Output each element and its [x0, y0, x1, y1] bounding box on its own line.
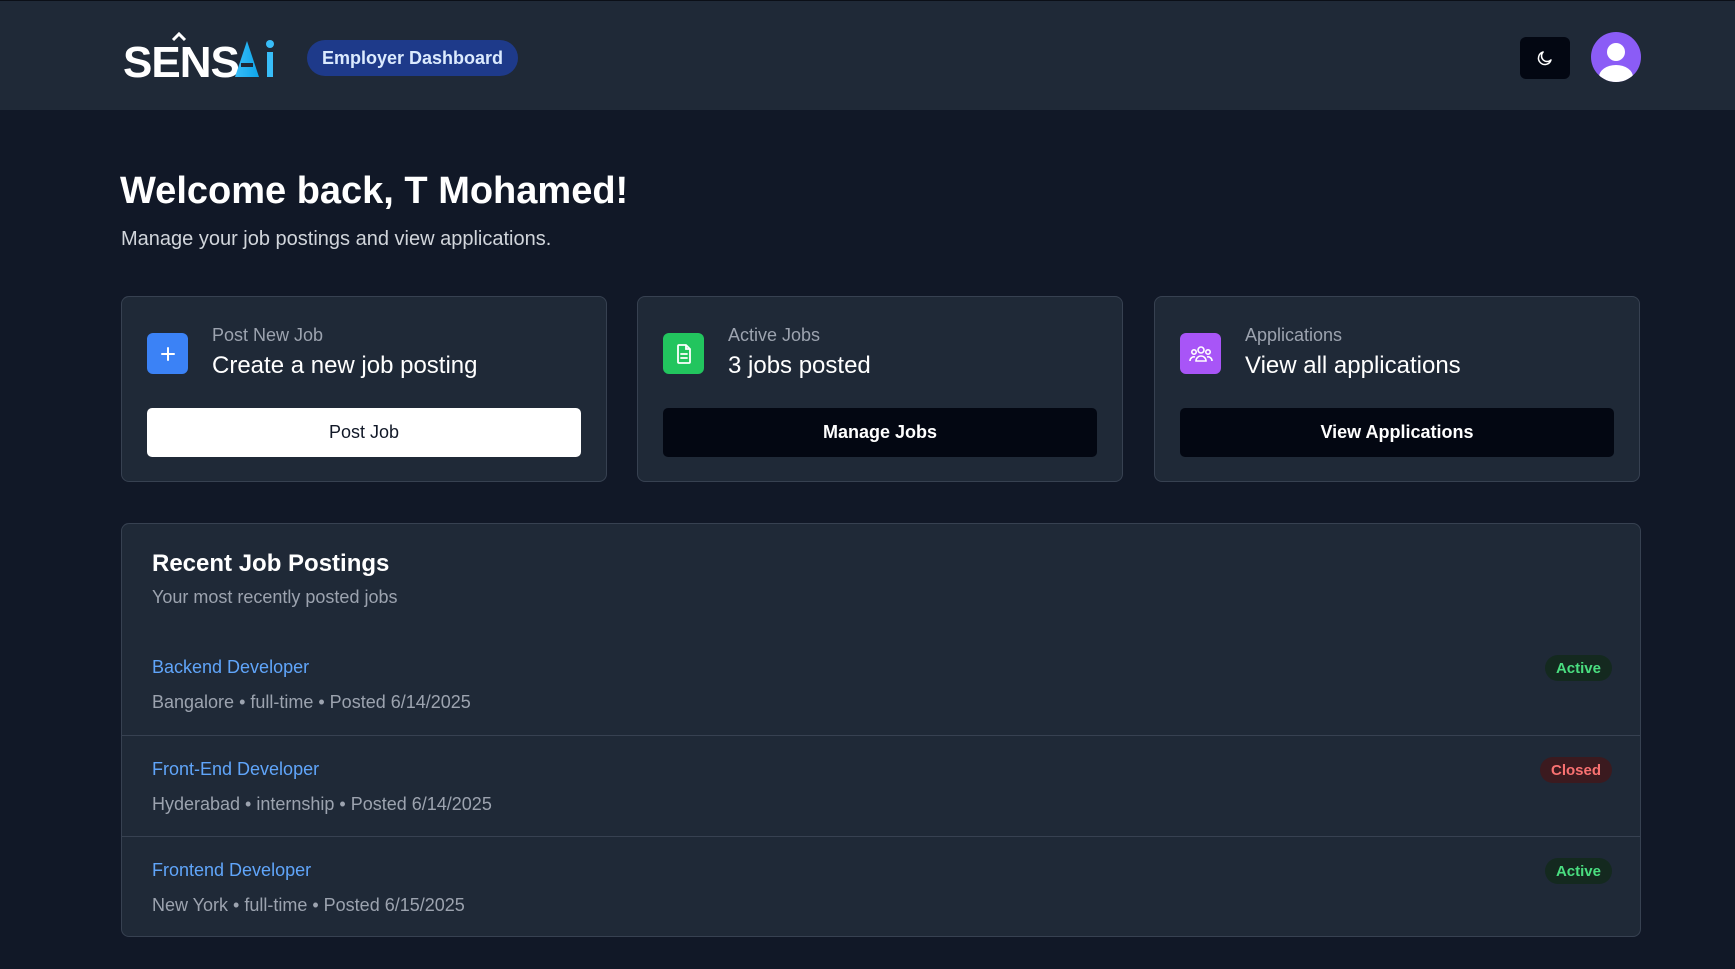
- sensai-logo[interactable]: SENS: [123, 31, 283, 83]
- manage-jobs-button[interactable]: Manage Jobs: [663, 408, 1097, 457]
- job-row: Frontend Developer New York • full-time …: [122, 836, 1640, 936]
- card-value: View all applications: [1245, 352, 1461, 379]
- users-icon: [1180, 333, 1221, 374]
- svg-text:SENS: SENS: [123, 38, 239, 83]
- top-navigation-bar: SENS Employer Dashboard: [0, 0, 1735, 110]
- job-title-link[interactable]: Backend Developer: [152, 657, 309, 678]
- status-badge: Closed: [1539, 757, 1612, 783]
- view-applications-button[interactable]: View Applications: [1180, 408, 1614, 457]
- document-icon: [663, 333, 704, 374]
- theme-toggle-button[interactable]: [1520, 37, 1570, 79]
- job-meta: Hyderabad • internship • Posted 6/14/202…: [152, 794, 492, 814]
- card-label: Post New Job: [212, 325, 324, 345]
- card-label: Applications: [1245, 325, 1343, 345]
- post-job-card: Post New Job Create a new job posting Po…: [121, 296, 607, 482]
- card-value: 3 jobs posted: [728, 352, 871, 379]
- moon-icon: [1537, 51, 1552, 66]
- recent-postings-subtitle: Your most recently posted jobs: [152, 587, 398, 607]
- job-title-link[interactable]: Front-End Developer: [152, 759, 319, 780]
- sensai-logo-mark: SENS: [123, 31, 274, 83]
- post-job-button[interactable]: Post Job: [147, 408, 581, 457]
- job-title-link[interactable]: Frontend Developer: [152, 860, 311, 881]
- active-jobs-card: Active Jobs 3 jobs posted Manage Jobs: [637, 296, 1123, 482]
- welcome-subtitle: Manage your job postings and view applic…: [121, 228, 552, 250]
- user-avatar[interactable]: [1591, 32, 1641, 82]
- job-meta: Bangalore • full-time • Posted 6/14/2025: [152, 692, 471, 712]
- status-badge: Active: [1544, 655, 1612, 681]
- applications-card: Applications View all applications View …: [1154, 296, 1640, 482]
- recent-job-postings-panel: Recent Job Postings Your most recently p…: [121, 523, 1641, 937]
- plus-icon: [147, 333, 188, 374]
- recent-postings-title: Recent Job Postings: [152, 550, 390, 577]
- status-badge: Active: [1544, 858, 1612, 884]
- employer-dashboard-badge: Employer Dashboard: [307, 40, 519, 76]
- job-meta: New York • full-time • Posted 6/15/2025: [152, 895, 465, 915]
- user-icon: [1599, 43, 1633, 82]
- welcome-heading: Welcome back, T Mohamed!: [120, 170, 629, 212]
- job-row: Backend Developer Bangalore • full-time …: [122, 634, 1640, 735]
- job-row: Front-End Developer Hyderabad • internsh…: [122, 735, 1640, 836]
- card-value: Create a new job posting: [212, 352, 478, 379]
- card-label: Active Jobs: [728, 325, 821, 345]
